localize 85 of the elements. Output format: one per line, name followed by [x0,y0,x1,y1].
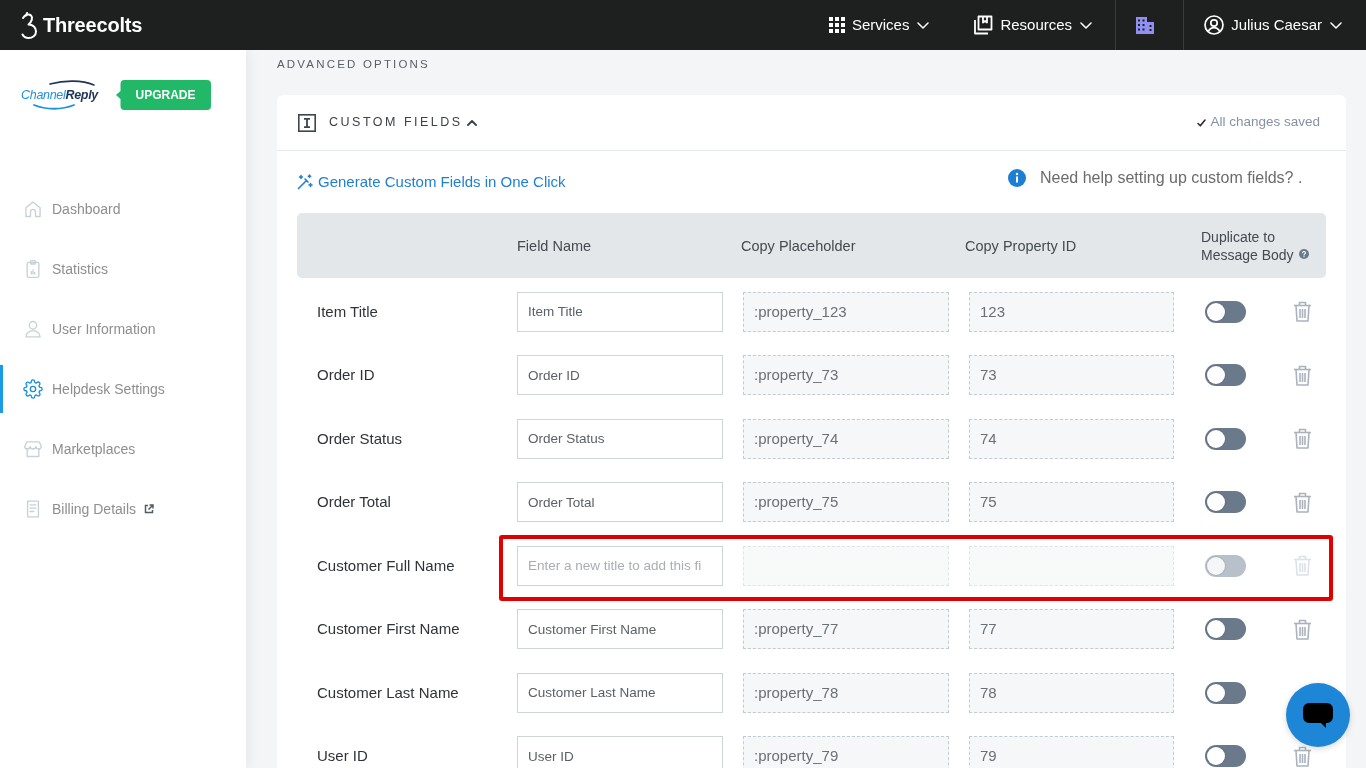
trash-icon[interactable] [1293,745,1312,767]
field-name-input[interactable]: User ID [517,736,723,768]
sidebar-item[interactable]: Marketplaces [0,425,246,473]
sidebar-item[interactable]: User Information [0,305,246,353]
sidebar-item[interactable]: Billing Details [0,485,246,533]
field-name-input[interactable]: Customer First Name [517,609,723,650]
grid-icon [828,17,845,33]
info-icon [1008,169,1026,187]
duplicate-toggle[interactable] [1205,681,1246,704]
column-header: Copy Placeholder [741,237,856,254]
menu-button[interactable]: Resources [973,0,1093,50]
gear-icon [23,379,43,399]
user-avatar-icon [1204,15,1225,35]
row-label: Item Title [317,302,378,320]
duplicate-toggle[interactable] [1205,427,1246,450]
trash-icon[interactable] [1293,491,1312,513]
property-id-field[interactable]: 73 [969,355,1174,396]
field-name-input[interactable]: Item Title [517,291,723,332]
property-id-field[interactable]: 75 [969,482,1174,523]
book-icon [973,15,994,35]
section-title: ADVANCED OPTIONS [277,57,430,71]
copy-placeholder-field[interactable]: :property_79 [743,736,949,768]
user-menu-button[interactable]: Julius Caesar [1184,0,1366,50]
help-icon[interactable] [1298,249,1309,260]
active-indicator [0,365,3,413]
brand-name: Threecolts [43,13,143,38]
chat-bubble-icon [1303,702,1333,728]
duplicate-toggle[interactable] [1205,491,1246,514]
chevron-down-icon [1080,21,1093,29]
field-name-input[interactable]: Order Total [517,482,723,523]
property-id-field[interactable]: 74 [969,418,1174,459]
trash-icon[interactable] [1293,618,1312,640]
property-id-field[interactable] [969,545,1174,586]
upgrade-button[interactable]: UPGRADE [116,80,211,110]
field-name-input[interactable]: Order Status [517,418,723,459]
chevron-up-icon [466,119,477,126]
duplicate-toggle[interactable] [1205,618,1246,641]
menu-button[interactable]: Services [828,0,930,50]
property-id-field[interactable]: 77 [969,609,1174,650]
property-id-field[interactable]: 123 [969,291,1174,332]
channelreply-logo[interactable]: ChannelReply [20,79,98,111]
copy-placeholder-field[interactable]: :property_73 [743,355,949,396]
copy-placeholder-field[interactable]: :property_74 [743,418,949,459]
row-label: Customer Last Name [317,683,459,701]
text-field-icon [298,113,316,132]
column-header: Copy Property ID [965,237,1077,254]
row-label: Order ID [317,366,375,384]
copy-placeholder-field[interactable]: :property_77 [743,609,949,650]
trash-icon[interactable] [1293,301,1312,323]
sidebar-item[interactable]: Statistics [0,245,246,293]
field-name-input[interactable]: Order ID [517,355,723,396]
home-icon [23,199,43,219]
copy-placeholder-field[interactable] [743,545,949,586]
check-icon [1197,118,1207,127]
duplicate-toggle[interactable] [1205,364,1246,387]
column-header: Field Name [517,237,592,254]
row-label: User ID [317,747,368,765]
duplicate-toggle[interactable] [1205,745,1246,768]
duplicate-toggle[interactable] [1205,300,1246,323]
trash-icon[interactable] [1293,428,1312,450]
sidebar-item[interactable]: Helpdesk Settings [0,365,246,413]
save-status: All changes saved [1210,113,1320,132]
row-label: Customer Full Name [317,556,455,574]
generate-fields-link[interactable]: Generate Custom Fields in One Click [297,170,566,194]
property-id-field[interactable]: 78 [969,672,1174,713]
logo-icon [20,11,38,39]
row-label: Order Total [317,493,391,511]
copy-placeholder-field[interactable]: :property_75 [743,482,949,523]
row-label: Customer First Name [317,620,460,638]
sidebar-item[interactable]: Dashboard [0,185,246,233]
building-icon [1135,15,1156,35]
user-icon [23,319,43,339]
trash-icon[interactable] [1293,364,1312,386]
magic-wand-icon [297,174,313,190]
column-header: Duplicate to Message Body [1201,228,1294,263]
storefront-icon [23,439,43,459]
property-id-field[interactable]: 79 [969,736,1174,768]
field-name-input[interactable]: Customer Last Name [517,672,723,713]
chevron-down-icon [917,21,930,29]
copy-placeholder-field[interactable]: :property_78 [743,672,949,713]
help-text: Need help setting up custom fields? . [1040,168,1303,188]
row-label: Order Status [317,429,403,447]
copy-placeholder-field[interactable]: :property_123 [743,291,949,332]
section-toggle[interactable]: CUSTOM FIELDS [329,113,477,132]
chevron-down-icon [1330,21,1342,29]
